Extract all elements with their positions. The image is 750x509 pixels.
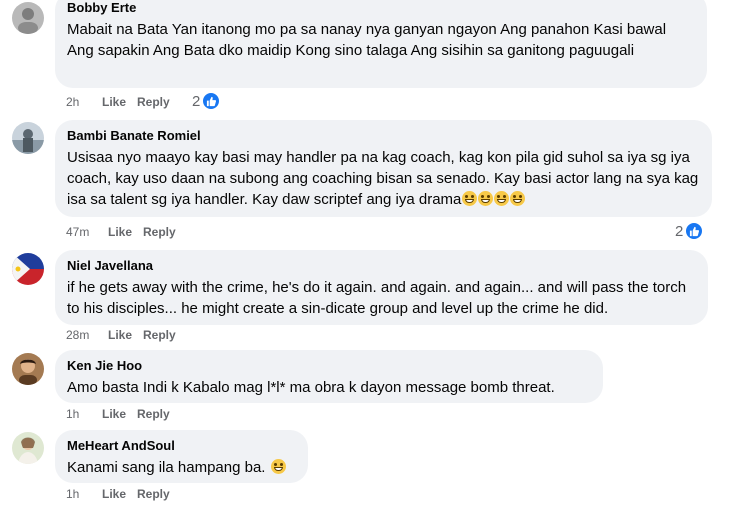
comment-author[interactable]: Bobby Erte (67, 0, 695, 16)
comment-actions: 47m Like Reply (66, 224, 176, 240)
comment-text: Amo basta Indi k Kabalo mag l*l* ma obra… (67, 379, 555, 396)
grinning-face-emoji-icon (510, 191, 526, 206)
comment-time[interactable]: 2h (66, 94, 102, 110)
grinning-face-emoji-icon (462, 191, 478, 206)
reply-button[interactable]: Reply (137, 486, 170, 502)
comment-bubble: Niel Javellana if he gets away with the … (55, 250, 708, 325)
comment-actions: 1h Like Reply (66, 486, 170, 502)
avatar[interactable] (12, 122, 44, 154)
comment-author[interactable]: MeHeart AndSoul (67, 437, 296, 454)
grinning-face-emoji-icon (494, 191, 510, 206)
reaction-summary[interactable]: 2 (192, 92, 221, 110)
reply-button[interactable]: Reply (143, 224, 176, 240)
reaction-summary[interactable]: 2 (675, 222, 704, 240)
comment-actions: 28m Like Reply (66, 327, 176, 343)
comment-text: Kanami sang ila hampang ba. (67, 457, 296, 478)
comment-bubble: MeHeart AndSoul Kanami sang ila hampang … (55, 430, 308, 483)
comment-time[interactable]: 28m (66, 327, 108, 343)
comment-text: Usisaa nyo maayo kay basi may handler pa… (67, 147, 700, 210)
comment-time[interactable]: 1h (66, 406, 102, 422)
comment-time[interactable]: 47m (66, 224, 108, 240)
reply-button[interactable]: Reply (137, 94, 170, 110)
comment-actions: 2h Like Reply (66, 94, 170, 110)
comment-author[interactable]: Niel Javellana (67, 257, 696, 274)
comment-feed: Bobby Erte Mabait na Bata Yan itanong mo… (0, 0, 750, 509)
like-thumb-icon (685, 222, 704, 240)
comment-actions: 1h Like Reply (66, 406, 170, 422)
comment-text-body: Kanami sang ila hampang ba. (67, 459, 266, 476)
like-button[interactable]: Like (102, 486, 137, 502)
like-button[interactable]: Like (102, 406, 137, 422)
avatar[interactable] (12, 432, 44, 464)
grinning-face-emoji-icon (478, 191, 494, 206)
like-button[interactable]: Like (108, 224, 143, 240)
comment-text: Mabait na Bata Yan itanong mo pa sa nana… (67, 21, 667, 59)
grinning-face-emoji-icon (270, 459, 286, 474)
reaction-count: 2 (675, 222, 684, 240)
comment-bubble: Ken Jie Hoo Amo basta Indi k Kabalo mag … (55, 350, 603, 403)
comment-bubble: Bambi Banate Romiel Usisaa nyo maayo kay… (55, 120, 712, 217)
like-button[interactable]: Like (102, 94, 137, 110)
reaction-count: 2 (192, 92, 201, 110)
comment-text-body: Usisaa nyo maayo kay basi may handler pa… (67, 149, 699, 208)
avatar[interactable] (12, 253, 44, 285)
avatar[interactable] (12, 2, 44, 34)
comment-time[interactable]: 1h (66, 486, 102, 502)
comment-author[interactable]: Bambi Banate Romiel (67, 127, 700, 144)
like-thumb-icon (202, 92, 221, 110)
comment-text: if he gets away with the crime, he's do … (67, 279, 687, 317)
avatar[interactable] (12, 353, 44, 385)
reply-button[interactable]: Reply (143, 327, 176, 343)
reply-button[interactable]: Reply (137, 406, 170, 422)
comment-bubble: Bobby Erte Mabait na Bata Yan itanong mo… (55, 0, 707, 88)
like-button[interactable]: Like (108, 327, 143, 343)
comment-author[interactable]: Ken Jie Hoo (67, 357, 591, 374)
